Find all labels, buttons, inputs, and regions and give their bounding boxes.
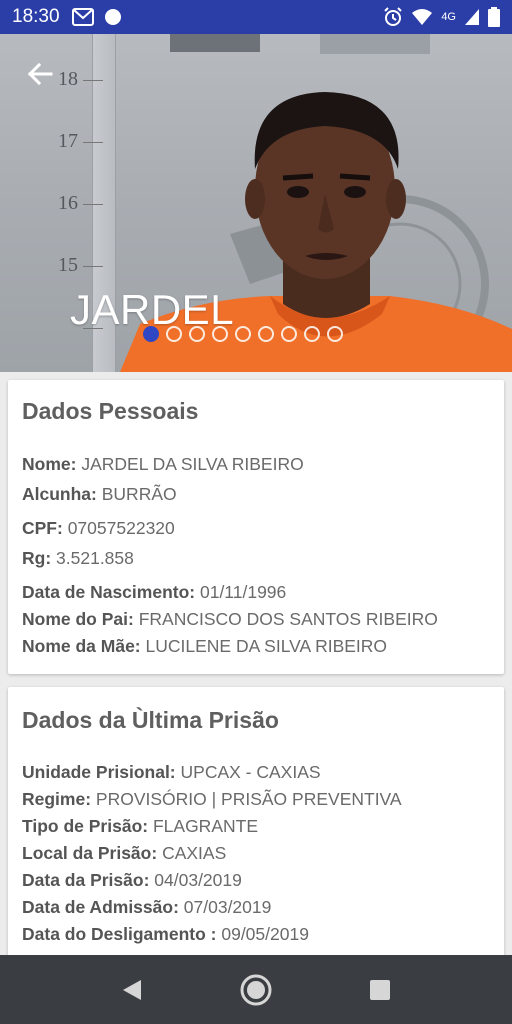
triangle-back-icon: [123, 979, 141, 1000]
field-nome-mae: Nome da Mãe: LUCILENE DA SILVA RIBEIRO: [22, 636, 388, 656]
field-nome: Nome: JARDEL DA SILVA RIBEIRO: [22, 454, 304, 474]
ruler-number: 17: [58, 130, 78, 152]
carousel-dot[interactable]: [235, 326, 251, 342]
field-unidade-prisional: Unidade Prisional: UPCAX - CAXIAS: [22, 762, 321, 782]
nav-home-button[interactable]: [236, 970, 276, 1010]
network-label: 4G: [441, 11, 456, 23]
notification-dot-icon: [104, 9, 121, 25]
personal-group-name: Nome: JARDEL DA SILVA RIBEIRO Alcunha: B…: [22, 451, 304, 508]
ruler-number: 15: [58, 254, 78, 276]
mugshot-carousel[interactable]: 18 17 16 15 JARDEL: [0, 34, 512, 372]
arrow-left-icon: [27, 62, 53, 86]
carousel-dot[interactable]: [304, 326, 320, 342]
status-time: 18:30: [12, 6, 60, 27]
personal-data-title: Dados Pessoais: [22, 398, 199, 424]
carousel-dot[interactable]: [212, 326, 228, 342]
system-navigation-bar: [0, 955, 512, 1024]
field-rg: Rg: 3.521.858: [22, 548, 134, 568]
status-bar: 18:30 4G: [0, 0, 512, 34]
field-nome-pai: Nome do Pai: FRANCISCO DOS SANTOS RIBEIR…: [22, 609, 438, 629]
circle-home-icon: [240, 974, 272, 1005]
signal-icon: [465, 9, 479, 25]
personal-data-card: Dados Pessoais Nome: JARDEL DA SILVA RIB…: [8, 380, 504, 674]
field-regime: Regime: PROVISÓRIO | PRISÃO PREVENTIVA: [22, 789, 402, 809]
nav-back-button[interactable]: [112, 970, 152, 1010]
ruler-number: 18: [58, 68, 78, 90]
field-local-prisao: Local da Prisão: CAXIAS: [22, 843, 227, 863]
last-prison-title: Dados da Ùltima Prisão: [22, 707, 279, 733]
field-data-admissao: Data de Admissão: 07/03/2019: [22, 897, 272, 917]
carousel-dot-active[interactable]: [143, 326, 159, 342]
prison-details: Unidade Prisional: UPCAX - CAXIAS Regime…: [22, 759, 402, 948]
square-recents-icon: [370, 979, 390, 1000]
carousel-dot[interactable]: [166, 326, 182, 342]
battery-icon: [488, 7, 500, 27]
nav-recents-button[interactable]: [360, 970, 400, 1010]
carousel-dot[interactable]: [281, 326, 297, 342]
personal-group-documents: CPF: 07057522320 Rg: 3.521.858: [22, 515, 175, 572]
last-prison-card: Dados da Ùltima Prisão Unidade Prisional…: [8, 687, 504, 987]
back-button[interactable]: [22, 56, 58, 92]
gmail-icon: [71, 8, 94, 26]
carousel-dot[interactable]: [258, 326, 274, 342]
top-wall-sign: [170, 34, 430, 54]
field-alcunha: Alcunha: BURRÃO: [22, 484, 177, 504]
field-cpf: CPF: 07057522320: [22, 518, 175, 538]
personal-group-family: Data de Nascimento: 01/11/1996 Nome do P…: [22, 579, 438, 660]
carousel-dot[interactable]: [327, 326, 343, 342]
wifi-icon: [412, 9, 433, 25]
field-data-prisao: Data da Prisão: 04/03/2019: [22, 870, 242, 890]
field-data-desligamento: Data do Desligamento : 09/05/2019: [22, 924, 309, 944]
carousel-indicators: [143, 326, 343, 342]
carousel-dot[interactable]: [189, 326, 205, 342]
ruler-number: 16: [58, 192, 78, 214]
field-tipo-prisao: Tipo de Prisão: FLAGRANTE: [22, 816, 258, 836]
alarm-icon: [384, 7, 403, 26]
field-data-nascimento: Data de Nascimento: 01/11/1996: [22, 582, 287, 602]
